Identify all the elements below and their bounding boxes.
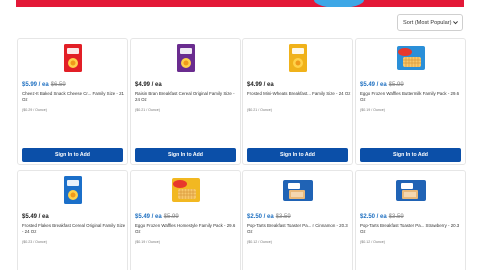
product-price: $5.49 / ea $5.99 bbox=[135, 214, 179, 220]
current-price: $2.50 / ea bbox=[247, 214, 274, 220]
product-price: $2.50 / ea $3.59 bbox=[247, 214, 291, 220]
unit-price: ($0.19 / Ounce) bbox=[360, 108, 385, 112]
waffle-box-icon[interactable] bbox=[356, 39, 465, 77]
unit-price: ($0.23 / Ounce) bbox=[22, 240, 47, 244]
sign-in-to-add-button[interactable]: Sign In to Add bbox=[22, 148, 123, 162]
original-price: $6.59 bbox=[50, 82, 66, 88]
current-price: $5.49 / ea bbox=[22, 214, 49, 220]
original-price: $3.59 bbox=[275, 214, 291, 220]
sign-in-to-add-button[interactable]: Sign In to Add bbox=[247, 148, 348, 162]
product-name-link[interactable]: Pop-Tarts Breakfast Toaster Pa... Strawb… bbox=[360, 223, 464, 235]
current-price: $5.99 / ea bbox=[22, 82, 49, 88]
product-card[interactable]: $5.49 / ea $5.99 Eggo Frozen Waffles Butte… bbox=[355, 38, 466, 165]
waffle-box-icon[interactable] bbox=[131, 171, 240, 209]
product-price: $4.99 / ea bbox=[135, 82, 162, 88]
chevron-down-icon bbox=[452, 19, 459, 26]
product-card[interactable]: $4.99 / ea Frosted Mini-Wheats Breakfast.… bbox=[242, 38, 353, 165]
original-price: $5.99 bbox=[163, 214, 179, 220]
cereal-box-icon[interactable] bbox=[131, 39, 240, 77]
product-name-link[interactable]: Frosted Flakes Breakfast Cereal Original… bbox=[22, 223, 126, 235]
product-price: $2.50 / ea $3.59 bbox=[360, 214, 404, 220]
cereal-box-icon[interactable] bbox=[18, 171, 127, 209]
current-price: $4.99 / ea bbox=[247, 82, 274, 88]
unit-price: ($0.12 / Ounce) bbox=[360, 240, 385, 244]
cereal-box-icon[interactable] bbox=[243, 39, 352, 77]
unit-price: ($0.29 / Ounce) bbox=[22, 108, 47, 112]
sort-dropdown[interactable]: Sort (Most Popular) bbox=[397, 14, 463, 31]
sign-in-to-add-button[interactable]: Sign In to Add bbox=[135, 148, 236, 162]
product-price: $5.49 / ea $5.99 bbox=[360, 82, 404, 88]
product-name-link[interactable]: Raisin Bran Breakfast Cereal Original Fa… bbox=[135, 91, 239, 103]
promo-banner[interactable] bbox=[16, 0, 464, 7]
original-price: $3.59 bbox=[388, 214, 404, 220]
product-name-link[interactable]: Eggo Frozen Waffles Buttermilk Family Pa… bbox=[360, 91, 464, 103]
unit-price: ($0.19 / Ounce) bbox=[135, 240, 160, 244]
product-card[interactable]: $5.49 / ea Frosted Flakes Breakfast Cerea… bbox=[17, 170, 128, 270]
current-price: $5.49 / ea bbox=[360, 82, 387, 88]
unit-price: ($0.21 / Ounce) bbox=[135, 108, 160, 112]
product-card[interactable]: $2.50 / ea $3.59 Pop-Tarts Breakfast Toast… bbox=[355, 170, 466, 270]
unit-price: ($0.21 / Ounce) bbox=[247, 108, 272, 112]
pastry-box-icon[interactable] bbox=[356, 171, 465, 209]
product-price: $5.49 / ea bbox=[22, 214, 49, 220]
product-price: $4.99 / ea bbox=[247, 82, 274, 88]
product-card[interactable]: $5.99 / ea $6.59 Cheez-It Baked Snack Chee… bbox=[17, 38, 128, 165]
product-name-link[interactable]: Pop-Tarts Breakfast Toaster Pa... r Cinn… bbox=[247, 223, 351, 235]
product-card[interactable]: $2.50 / ea $3.59 Pop-Tarts Breakfast Toast… bbox=[242, 170, 353, 270]
current-price: $4.99 / ea bbox=[135, 82, 162, 88]
sign-in-to-add-button[interactable]: Sign In to Add bbox=[360, 148, 461, 162]
product-card[interactable]: $5.49 / ea $5.99 Eggo Frozen Waffles Homes… bbox=[130, 170, 241, 270]
pastry-box-icon[interactable] bbox=[243, 171, 352, 209]
cereal-box-icon[interactable] bbox=[18, 39, 127, 77]
current-price: $5.49 / ea bbox=[135, 214, 162, 220]
product-name-link[interactable]: Frosted Mini-Wheats Breakfast... Family … bbox=[247, 91, 351, 97]
product-name-link[interactable]: Cheez-It Baked Snack Cheese Cr... Family… bbox=[22, 91, 126, 103]
unit-price: ($0.12 / Ounce) bbox=[247, 240, 272, 244]
product-price: $5.99 / ea $6.59 bbox=[22, 82, 66, 88]
product-name-link[interactable]: Eggo Frozen Waffles Homestyle Family Pac… bbox=[135, 223, 239, 235]
sort-label: Sort (Most Popular) bbox=[403, 19, 452, 26]
original-price: $5.99 bbox=[388, 82, 404, 88]
current-price: $2.50 / ea bbox=[360, 214, 387, 220]
banner-graphic bbox=[314, 0, 364, 7]
product-card[interactable]: $4.99 / ea Raisin Bran Breakfast Cereal O… bbox=[130, 38, 241, 165]
